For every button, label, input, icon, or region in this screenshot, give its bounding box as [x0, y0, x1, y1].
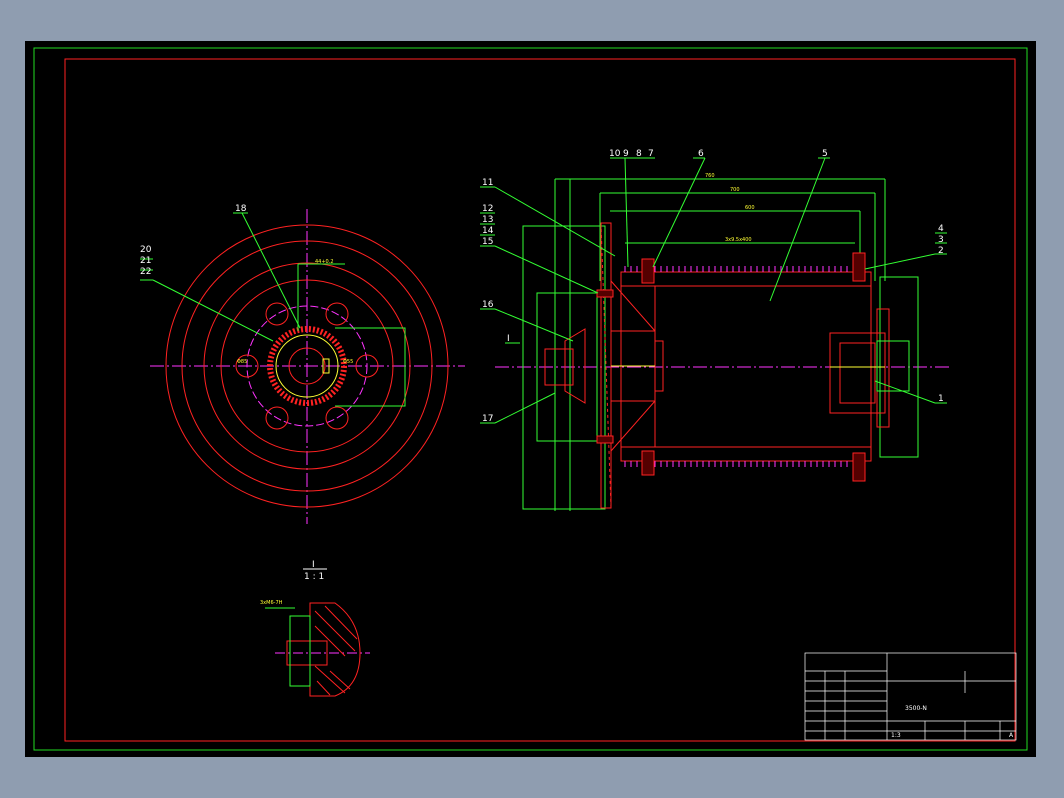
balloon-16: 16 [482, 300, 494, 310]
balloon-13: 13 [482, 215, 493, 225]
balloon-14: 14 [482, 226, 494, 236]
balloon-6: 6 [698, 149, 704, 159]
end-view-leaders [140, 212, 301, 342]
detail-marker: I [507, 334, 510, 344]
balloon-12: 12 [482, 204, 493, 214]
title-sheet: A [1009, 732, 1014, 739]
balloon-3: 3 [938, 235, 944, 245]
title-block [804, 652, 1017, 741]
dim-note-3: 600 [745, 205, 755, 211]
balloon-1: 1 [938, 394, 944, 404]
balloon-4: 4 [938, 224, 944, 234]
title-drawing-number: 3500-N [905, 705, 927, 712]
balloon-11: 11 [482, 178, 493, 188]
detail-note: 3xM6-7H [260, 600, 283, 606]
dim-note-2: 700 [730, 187, 740, 193]
balloon-21: 21 [140, 256, 151, 266]
detail-view: I 1 : 1 3xM6-7H [260, 560, 370, 697]
balloon-18: 18 [235, 204, 247, 214]
balloon-15: 15 [482, 237, 493, 247]
dim-text-left: Φ85 [237, 359, 247, 365]
dim-text-top: 44+0.2 [315, 259, 334, 265]
hub [544, 280, 664, 452]
drawing-sheet: 44+0.2 Φ85 Φ55 18 20 21 22 3x9.5x400 760… [25, 41, 1036, 757]
balloon-2: 2 [938, 246, 944, 256]
title-scale: 1:3 [891, 732, 901, 739]
balloon-17: 17 [482, 414, 493, 424]
balloon-9: 9 [623, 149, 629, 159]
balloon-20: 20 [140, 245, 152, 255]
end-view: 44+0.2 Φ85 Φ55 [150, 209, 465, 524]
cad-drawing: 44+0.2 Φ85 Φ55 18 20 21 22 3x9.5x400 760… [33, 47, 1028, 751]
detail-scale: 1 : 1 [304, 572, 324, 582]
dim-text-mid: Φ55 [343, 359, 353, 365]
balloon-5: 5 [822, 149, 828, 159]
dim-note-top: 760 [705, 173, 715, 179]
balloon-10: 10 [609, 149, 621, 159]
outer-frame [33, 47, 1028, 751]
dim-note-thread: 3x9.5x400 [725, 237, 752, 243]
section-view: 3x9.5x400 760 700 600 [495, 173, 950, 511]
balloon-7: 7 [648, 149, 654, 159]
balloon-8: 8 [636, 149, 642, 159]
balloon-22: 22 [140, 267, 151, 277]
